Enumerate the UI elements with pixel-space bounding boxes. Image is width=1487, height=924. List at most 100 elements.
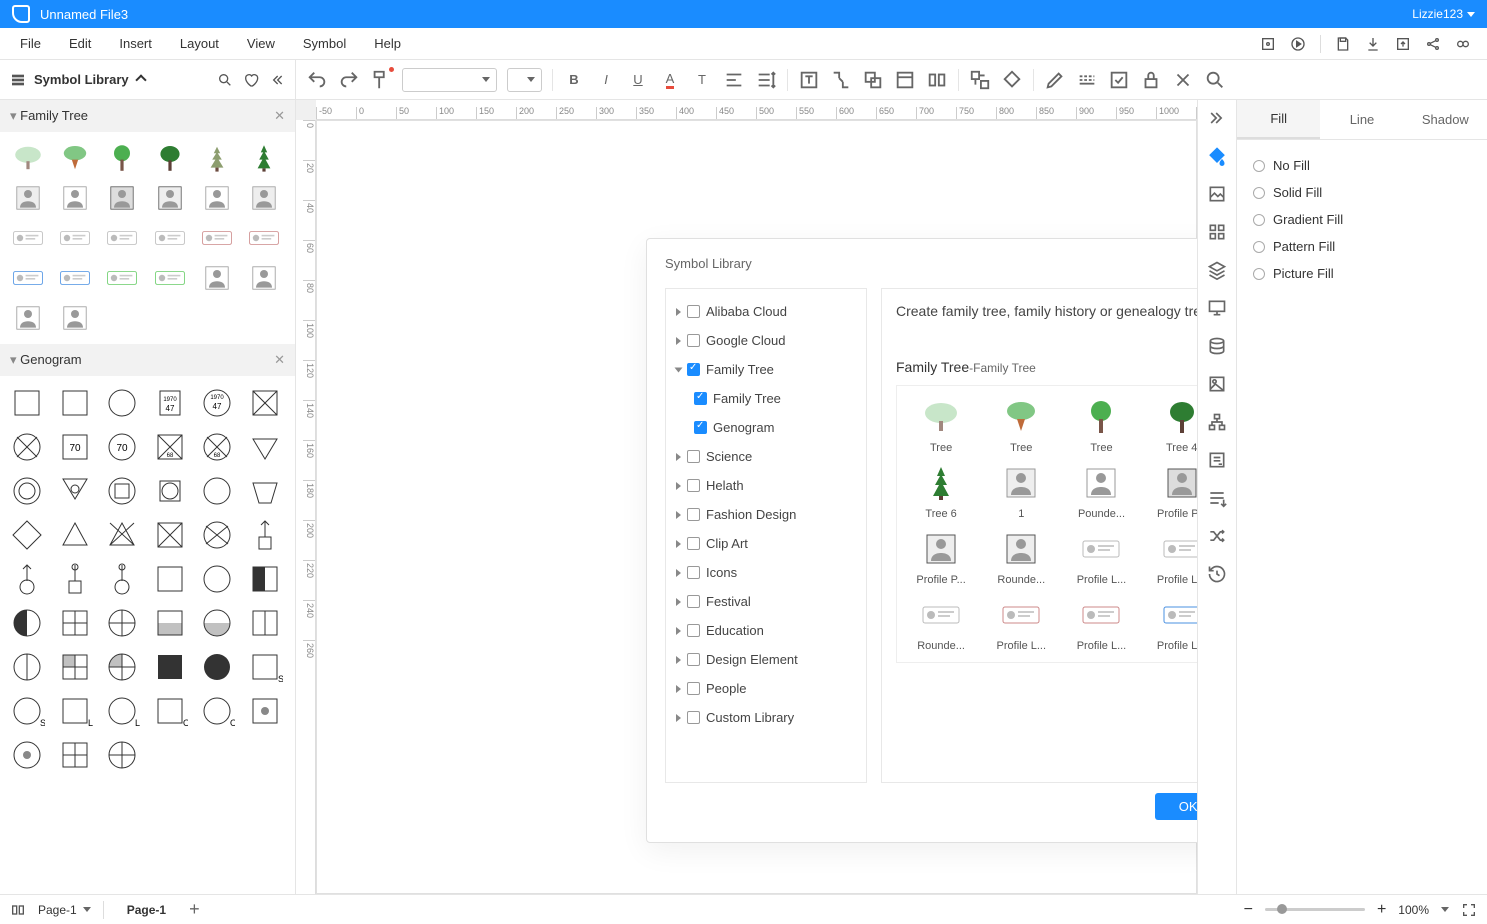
- category-helath[interactable]: Helath: [670, 471, 862, 500]
- container-button[interactable]: [894, 69, 916, 91]
- genogram-shape[interactable]: [244, 602, 286, 644]
- fill-option-solid-fill[interactable]: Solid Fill: [1253, 179, 1471, 206]
- tools-button[interactable]: [1172, 69, 1194, 91]
- shape-thumb[interactable]: [197, 180, 237, 216]
- preview-item[interactable]: Tree 6: [903, 462, 979, 520]
- genogram-shape[interactable]: [6, 382, 48, 424]
- pages-icon[interactable]: [10, 902, 26, 918]
- heart-icon[interactable]: [243, 72, 259, 88]
- close-icon[interactable]: ✕: [274, 108, 285, 124]
- fill-button[interactable]: [1001, 69, 1023, 91]
- genogram-shape[interactable]: O: [149, 690, 191, 732]
- shape-thumb[interactable]: [150, 260, 190, 296]
- align-button[interactable]: [723, 69, 745, 91]
- fill-option-picture-fill[interactable]: Picture Fill: [1253, 260, 1471, 287]
- genogram-shape[interactable]: [54, 558, 96, 600]
- fill-option-pattern-fill[interactable]: Pattern Fill: [1253, 233, 1471, 260]
- genogram-shape[interactable]: [244, 382, 286, 424]
- zoom-in-button[interactable]: +: [1377, 901, 1386, 919]
- preview-item[interactable]: Tree: [983, 396, 1059, 454]
- genogram-shape[interactable]: [6, 470, 48, 512]
- genogram-shape[interactable]: [149, 602, 191, 644]
- zoom-out-button[interactable]: −: [1244, 901, 1253, 919]
- preview-item[interactable]: Profile L...: [1144, 594, 1197, 652]
- genogram-shape[interactable]: [196, 646, 238, 688]
- picture-tool-icon[interactable]: [1207, 374, 1227, 394]
- data-tool-icon[interactable]: [1207, 336, 1227, 356]
- fill-tool-icon[interactable]: [1207, 146, 1227, 166]
- line-style-button[interactable]: [1076, 69, 1098, 91]
- history-tool-icon[interactable]: [1207, 564, 1227, 584]
- save-icon[interactable]: [1335, 36, 1351, 52]
- page-tab[interactable]: Page-1: [116, 898, 177, 922]
- shape-thumb[interactable]: [102, 260, 142, 296]
- shape-thumb[interactable]: [8, 180, 48, 216]
- category-fashion-design[interactable]: Fashion Design: [670, 500, 862, 529]
- genogram-shape[interactable]: [54, 734, 96, 776]
- genogram-shape[interactable]: [244, 426, 286, 468]
- fit-icon[interactable]: [1461, 902, 1477, 918]
- underline-button[interactable]: U: [627, 69, 649, 91]
- genogram-shape[interactable]: [54, 646, 96, 688]
- presentation-tool-icon[interactable]: [1207, 298, 1227, 318]
- genogram-shape[interactable]: [6, 426, 48, 468]
- text-case-button[interactable]: T: [691, 69, 713, 91]
- genogram-shape[interactable]: [6, 514, 48, 556]
- preview-item[interactable]: Profile P...: [1144, 462, 1197, 520]
- preview-item[interactable]: Tree: [1063, 396, 1139, 454]
- italic-button[interactable]: I: [595, 69, 617, 91]
- line-spacing-button[interactable]: [755, 69, 777, 91]
- genogram-shape[interactable]: [101, 734, 143, 776]
- preview-item[interactable]: Profile L...: [983, 594, 1059, 652]
- genogram-shape[interactable]: [196, 602, 238, 644]
- genogram-shape[interactable]: [54, 382, 96, 424]
- shape-thumb[interactable]: [8, 260, 48, 296]
- grid-tool-icon[interactable]: [1207, 222, 1227, 242]
- font-family-select[interactable]: [402, 68, 497, 92]
- shape-thumb[interactable]: [55, 260, 95, 296]
- category-icons[interactable]: Icons: [670, 558, 862, 587]
- bold-button[interactable]: B: [563, 69, 585, 91]
- shuffle-tool-icon[interactable]: [1207, 526, 1227, 546]
- format-painter-button[interactable]: [370, 69, 392, 91]
- export-icon[interactable]: [1395, 36, 1411, 52]
- genogram-shape[interactable]: [101, 514, 143, 556]
- preview-item[interactable]: Profile L...: [1063, 594, 1139, 652]
- pen-button[interactable]: [1044, 69, 1066, 91]
- close-icon[interactable]: ✕: [274, 352, 285, 368]
- category-clip-art[interactable]: Clip Art: [670, 529, 862, 558]
- shape-thumb[interactable]: [150, 140, 190, 176]
- search-toolbar-button[interactable]: [1204, 69, 1226, 91]
- genogram-shape[interactable]: [244, 514, 286, 556]
- table-tool-icon[interactable]: [1207, 488, 1227, 508]
- genogram-shape[interactable]: [6, 602, 48, 644]
- fill-option-no-fill[interactable]: No Fill: [1253, 152, 1471, 179]
- zoom-value[interactable]: 100%: [1398, 903, 1429, 917]
- shape-thumb[interactable]: [102, 140, 142, 176]
- tab-shadow[interactable]: Shadow: [1404, 100, 1487, 139]
- chevron-up-icon[interactable]: [135, 74, 146, 85]
- category-family-tree[interactable]: Family Tree: [670, 355, 862, 384]
- tab-fill[interactable]: Fill: [1237, 100, 1320, 139]
- genogram-shape[interactable]: [149, 470, 191, 512]
- page-select[interactable]: Page-1: [38, 903, 91, 917]
- genogram-shape[interactable]: [149, 558, 191, 600]
- menu-layout[interactable]: Layout: [166, 30, 233, 57]
- category-people[interactable]: People: [670, 674, 862, 703]
- genogram-shape[interactable]: [54, 602, 96, 644]
- shape-thumb[interactable]: [150, 180, 190, 216]
- focus-icon[interactable]: [1260, 36, 1276, 52]
- preview-item[interactable]: Tree 4: [1144, 396, 1197, 454]
- layers-tool-icon[interactable]: [1207, 260, 1227, 280]
- genogram-shape[interactable]: [101, 382, 143, 424]
- preview-item[interactable]: Rounde...: [903, 594, 979, 652]
- undo-button[interactable]: [306, 69, 328, 91]
- shape-thumb[interactable]: [244, 260, 284, 296]
- preview-item[interactable]: Profile P...: [903, 528, 979, 586]
- shape-thumb[interactable]: [8, 140, 48, 176]
- genogram-shape[interactable]: [101, 646, 143, 688]
- genogram-shape[interactable]: 68: [196, 426, 238, 468]
- user-menu[interactable]: Lizzie123: [1412, 7, 1475, 21]
- subcategory-genogram[interactable]: Genogram: [670, 413, 862, 442]
- collapse-icon[interactable]: [269, 72, 285, 88]
